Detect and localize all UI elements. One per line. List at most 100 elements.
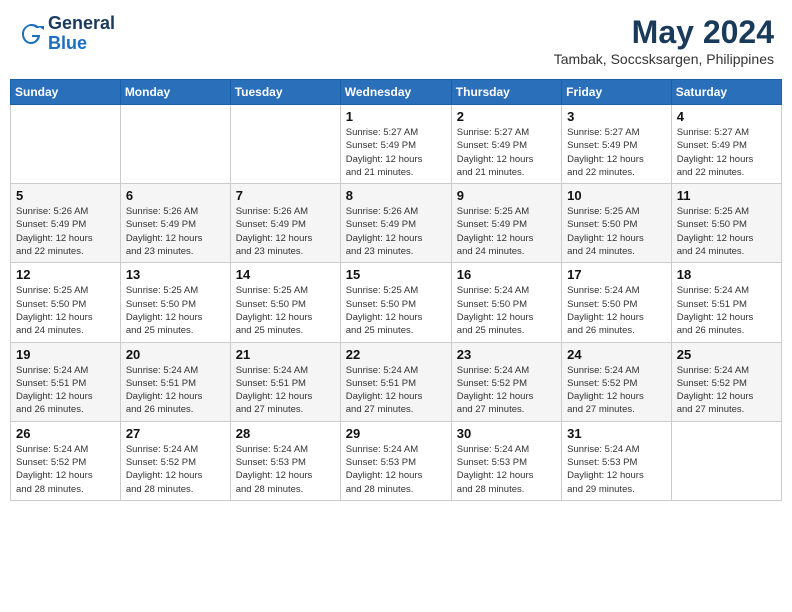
- day-info: Sunrise: 5:24 AM Sunset: 5:52 PM Dayligh…: [126, 443, 225, 496]
- day-info: Sunrise: 5:27 AM Sunset: 5:49 PM Dayligh…: [677, 126, 776, 179]
- day-number: 16: [457, 267, 556, 282]
- calendar-cell: 4 Sunrise: 5:27 AM Sunset: 5:49 PM Daylig…: [671, 105, 781, 184]
- calendar-week-2: 5 Sunrise: 5:26 AM Sunset: 5:49 PM Daylig…: [11, 184, 782, 263]
- day-info: Sunrise: 5:25 AM Sunset: 5:50 PM Dayligh…: [567, 205, 666, 258]
- logo-blue: Blue: [48, 33, 87, 53]
- day-number: 30: [457, 426, 556, 441]
- day-number: 6: [126, 188, 225, 203]
- day-number: 12: [16, 267, 115, 282]
- day-info: Sunrise: 5:25 AM Sunset: 5:50 PM Dayligh…: [677, 205, 776, 258]
- day-info: Sunrise: 5:27 AM Sunset: 5:49 PM Dayligh…: [567, 126, 666, 179]
- calendar-cell: 17 Sunrise: 5:24 AM Sunset: 5:50 PM Dayli…: [562, 263, 672, 342]
- weekday-header-wednesday: Wednesday: [340, 80, 451, 105]
- calendar-cell: 12 Sunrise: 5:25 AM Sunset: 5:50 PM Dayli…: [11, 263, 121, 342]
- day-info: Sunrise: 5:25 AM Sunset: 5:50 PM Dayligh…: [126, 284, 225, 337]
- day-info: Sunrise: 5:25 AM Sunset: 5:49 PM Dayligh…: [457, 205, 556, 258]
- day-info: Sunrise: 5:24 AM Sunset: 5:53 PM Dayligh…: [236, 443, 335, 496]
- day-number: 25: [677, 347, 776, 362]
- weekday-header-row: SundayMondayTuesdayWednesdayThursdayFrid…: [11, 80, 782, 105]
- calendar-cell: 22 Sunrise: 5:24 AM Sunset: 5:51 PM Dayli…: [340, 342, 451, 421]
- calendar-week-1: 1Sunrise: 5:27 AM Sunset: 5:49 PM Daylig…: [11, 105, 782, 184]
- day-number: 26: [16, 426, 115, 441]
- calendar-cell: 16Sunrise: 5:24 AM Sunset: 5:50 PM Dayli…: [451, 263, 561, 342]
- calendar-cell: 7 Sunrise: 5:26 AM Sunset: 5:49 PM Daylig…: [230, 184, 340, 263]
- calendar-cell: 8 Sunrise: 5:26 AM Sunset: 5:49 PM Daylig…: [340, 184, 451, 263]
- day-info: Sunrise: 5:24 AM Sunset: 5:50 PM Dayligh…: [567, 284, 666, 337]
- calendar-cell: [671, 421, 781, 500]
- calendar-cell: 20Sunrise: 5:24 AM Sunset: 5:51 PM Dayli…: [120, 342, 230, 421]
- day-info: Sunrise: 5:26 AM Sunset: 5:49 PM Dayligh…: [126, 205, 225, 258]
- location-subtitle: Tambak, Soccsksargen, Philippines: [554, 51, 774, 67]
- calendar-cell: 18 Sunrise: 5:24 AM Sunset: 5:51 PM Dayli…: [671, 263, 781, 342]
- calendar-cell: [120, 105, 230, 184]
- calendar-cell: 10Sunrise: 5:25 AM Sunset: 5:50 PM Dayli…: [562, 184, 672, 263]
- day-number: 3: [567, 109, 666, 124]
- calendar-week-3: 12 Sunrise: 5:25 AM Sunset: 5:50 PM Dayli…: [11, 263, 782, 342]
- calendar-cell: 13 Sunrise: 5:25 AM Sunset: 5:50 PM Dayli…: [120, 263, 230, 342]
- calendar-cell: 23Sunrise: 5:24 AM Sunset: 5:52 PM Dayli…: [451, 342, 561, 421]
- day-info: Sunrise: 5:24 AM Sunset: 5:51 PM Dayligh…: [677, 284, 776, 337]
- day-info: Sunrise: 5:24 AM Sunset: 5:52 PM Dayligh…: [16, 443, 115, 496]
- calendar-cell: 24 Sunrise: 5:24 AM Sunset: 5:52 PM Dayli…: [562, 342, 672, 421]
- day-number: 22: [346, 347, 446, 362]
- calendar-cell: 9 Sunrise: 5:25 AM Sunset: 5:49 PM Daylig…: [451, 184, 561, 263]
- day-info: Sunrise: 5:24 AM Sunset: 5:53 PM Dayligh…: [567, 443, 666, 496]
- day-number: 8: [346, 188, 446, 203]
- calendar-cell: 1Sunrise: 5:27 AM Sunset: 5:49 PM Daylig…: [340, 105, 451, 184]
- day-number: 15: [346, 267, 446, 282]
- day-info: Sunrise: 5:24 AM Sunset: 5:51 PM Dayligh…: [16, 364, 115, 417]
- calendar-week-4: 19 Sunrise: 5:24 AM Sunset: 5:51 PM Dayli…: [11, 342, 782, 421]
- logo-icon: [18, 20, 46, 48]
- day-number: 7: [236, 188, 335, 203]
- day-number: 13: [126, 267, 225, 282]
- day-number: 5: [16, 188, 115, 203]
- calendar-cell: 30 Sunrise: 5:24 AM Sunset: 5:53 PM Dayli…: [451, 421, 561, 500]
- day-number: 24: [567, 347, 666, 362]
- weekday-header-tuesday: Tuesday: [230, 80, 340, 105]
- day-number: 18: [677, 267, 776, 282]
- calendar-cell: 3 Sunrise: 5:27 AM Sunset: 5:49 PM Daylig…: [562, 105, 672, 184]
- page-header: General Blue May 2024 Tambak, Soccsksarg…: [10, 10, 782, 71]
- calendar-cell: 21 Sunrise: 5:24 AM Sunset: 5:51 PM Dayli…: [230, 342, 340, 421]
- calendar-cell: 2Sunrise: 5:27 AM Sunset: 5:49 PM Daylig…: [451, 105, 561, 184]
- day-info: Sunrise: 5:25 AM Sunset: 5:50 PM Dayligh…: [236, 284, 335, 337]
- calendar-week-5: 26 Sunrise: 5:24 AM Sunset: 5:52 PM Dayli…: [11, 421, 782, 500]
- calendar-cell: 29Sunrise: 5:24 AM Sunset: 5:53 PM Dayli…: [340, 421, 451, 500]
- day-info: Sunrise: 5:27 AM Sunset: 5:49 PM Dayligh…: [457, 126, 556, 179]
- calendar-cell: 11 Sunrise: 5:25 AM Sunset: 5:50 PM Dayli…: [671, 184, 781, 263]
- logo-general: General: [48, 13, 115, 33]
- weekday-header-friday: Friday: [562, 80, 672, 105]
- calendar-cell: 14Sunrise: 5:25 AM Sunset: 5:50 PM Dayli…: [230, 263, 340, 342]
- logo-text: General Blue: [48, 14, 115, 54]
- day-info: Sunrise: 5:24 AM Sunset: 5:53 PM Dayligh…: [457, 443, 556, 496]
- day-number: 29: [346, 426, 446, 441]
- calendar-cell: 6 Sunrise: 5:26 AM Sunset: 5:49 PM Daylig…: [120, 184, 230, 263]
- day-number: 19: [16, 347, 115, 362]
- calendar-cell: 15 Sunrise: 5:25 AM Sunset: 5:50 PM Dayli…: [340, 263, 451, 342]
- calendar-cell: 27 Sunrise: 5:24 AM Sunset: 5:52 PM Dayli…: [120, 421, 230, 500]
- day-info: Sunrise: 5:27 AM Sunset: 5:49 PM Dayligh…: [346, 126, 446, 179]
- day-number: 20: [126, 347, 225, 362]
- day-number: 11: [677, 188, 776, 203]
- calendar-table: SundayMondayTuesdayWednesdayThursdayFrid…: [10, 79, 782, 501]
- day-info: Sunrise: 5:26 AM Sunset: 5:49 PM Dayligh…: [236, 205, 335, 258]
- day-number: 4: [677, 109, 776, 124]
- logo: General Blue: [18, 14, 115, 54]
- day-number: 21: [236, 347, 335, 362]
- day-number: 17: [567, 267, 666, 282]
- day-info: Sunrise: 5:26 AM Sunset: 5:49 PM Dayligh…: [346, 205, 446, 258]
- day-info: Sunrise: 5:25 AM Sunset: 5:50 PM Dayligh…: [346, 284, 446, 337]
- calendar-cell: 5 Sunrise: 5:26 AM Sunset: 5:49 PM Daylig…: [11, 184, 121, 263]
- calendar-cell: [230, 105, 340, 184]
- weekday-header-saturday: Saturday: [671, 80, 781, 105]
- day-number: 27: [126, 426, 225, 441]
- day-info: Sunrise: 5:24 AM Sunset: 5:51 PM Dayligh…: [346, 364, 446, 417]
- day-info: Sunrise: 5:25 AM Sunset: 5:50 PM Dayligh…: [16, 284, 115, 337]
- day-number: 23: [457, 347, 556, 362]
- day-info: Sunrise: 5:24 AM Sunset: 5:52 PM Dayligh…: [677, 364, 776, 417]
- day-number: 9: [457, 188, 556, 203]
- day-info: Sunrise: 5:26 AM Sunset: 5:49 PM Dayligh…: [16, 205, 115, 258]
- weekday-header-sunday: Sunday: [11, 80, 121, 105]
- day-info: Sunrise: 5:24 AM Sunset: 5:51 PM Dayligh…: [236, 364, 335, 417]
- day-info: Sunrise: 5:24 AM Sunset: 5:52 PM Dayligh…: [567, 364, 666, 417]
